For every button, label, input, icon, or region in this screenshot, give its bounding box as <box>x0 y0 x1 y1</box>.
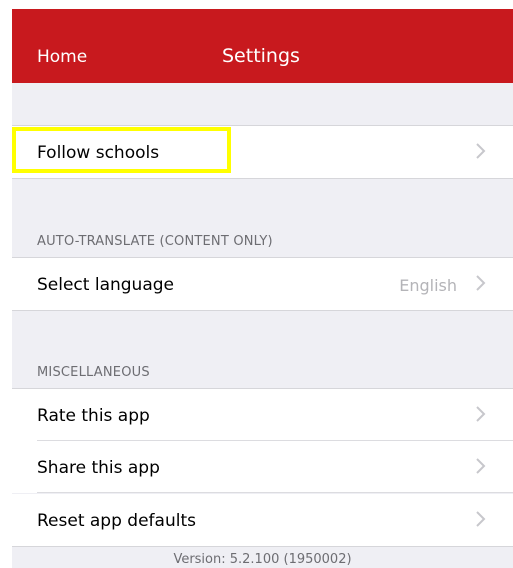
page-title: Settings <box>222 45 300 67</box>
chevron-right-icon <box>476 275 486 291</box>
chevron-right-icon <box>476 458 486 474</box>
rate-app-row[interactable]: Rate this app <box>12 388 513 441</box>
chevron-right-icon <box>476 406 486 422</box>
selected-language-value: English <box>399 276 457 295</box>
navbar: Home Settings <box>12 9 513 83</box>
version-label: Version: 5.2.100 (1950002) <box>173 552 352 567</box>
chevron-right-icon <box>476 143 486 159</box>
follow-schools-row[interactable]: Follow schools <box>12 125 513 179</box>
select-language-row[interactable]: Select language English <box>12 257 513 311</box>
follow-schools-label: Follow schools <box>37 143 160 163</box>
miscellaneous-header: MISCELLANEOUS <box>37 365 150 380</box>
reset-defaults-label: Reset app defaults <box>37 511 196 531</box>
select-language-label: Select language <box>37 275 174 295</box>
reset-defaults-row[interactable]: Reset app defaults <box>12 494 513 547</box>
auto-translate-header: AUTO-TRANSLATE (CONTENT ONLY) <box>37 234 273 249</box>
settings-screen: Home Settings Follow schools AUTO-TRANSL… <box>12 9 513 568</box>
share-app-row[interactable]: Share this app <box>12 441 513 493</box>
rate-app-label: Rate this app <box>37 406 150 426</box>
back-home-button[interactable]: Home <box>37 47 87 67</box>
share-app-label: Share this app <box>37 458 160 478</box>
chevron-right-icon <box>476 511 486 527</box>
row-divider <box>37 492 513 493</box>
